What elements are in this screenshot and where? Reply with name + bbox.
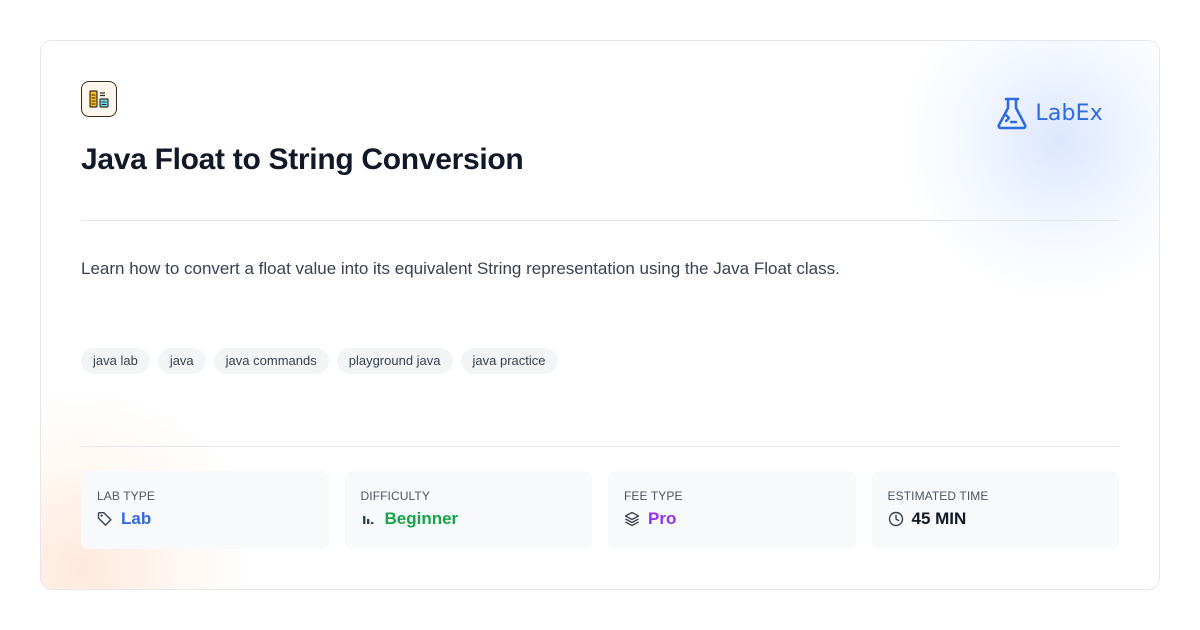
code-file-icon	[81, 81, 117, 117]
layers-icon	[624, 511, 640, 527]
stat-estimated-time: ESTIMATED TIME 45 MIN	[871, 471, 1119, 549]
stat-value: Lab	[121, 509, 152, 528]
bar-level-icon	[361, 511, 377, 527]
lab-stats: LAB TYPE Lab DIFFICULTY Beginner FEE TYP…	[81, 471, 1119, 549]
stat-difficulty: DIFFICULTY Beginner	[344, 471, 592, 549]
stat-label: DIFFICULTY	[360, 489, 430, 503]
tag-playground-java[interactable]: playground java	[336, 348, 453, 374]
tag-java-practice[interactable]: java practice	[460, 348, 558, 374]
flask-icon	[995, 96, 1029, 130]
background-glow-blue	[909, 41, 1159, 291]
logo-text: LabEx	[1035, 100, 1103, 126]
stat-value: Beginner	[384, 509, 459, 528]
stat-value: 45 MIN	[911, 509, 967, 528]
lab-card: LabEx Java Float to String Conversion Le…	[40, 40, 1160, 590]
tag-java[interactable]: java	[157, 348, 206, 374]
divider	[81, 446, 1119, 447]
stat-lab-type: LAB TYPE Lab	[81, 471, 329, 549]
clock-icon	[888, 511, 904, 527]
stat-label: ESTIMATED TIME	[887, 489, 989, 503]
lab-description: Learn how to convert a float value into …	[81, 259, 840, 278]
stat-fee-type: FEE TYPE Pro	[608, 471, 856, 549]
tag-java-commands[interactable]: java commands	[213, 348, 329, 374]
page-title: Java Float to String Conversion	[81, 143, 524, 176]
tag-java-lab[interactable]: java lab	[81, 348, 150, 374]
stat-value: Pro	[648, 509, 677, 528]
divider	[81, 220, 1119, 221]
labex-logo[interactable]: LabEx	[995, 96, 1103, 130]
stat-label: LAB TYPE	[97, 489, 155, 503]
tag-icon	[97, 511, 113, 527]
stat-label: FEE TYPE	[624, 489, 683, 503]
tag-list: java lab java java commands playground j…	[81, 348, 558, 374]
